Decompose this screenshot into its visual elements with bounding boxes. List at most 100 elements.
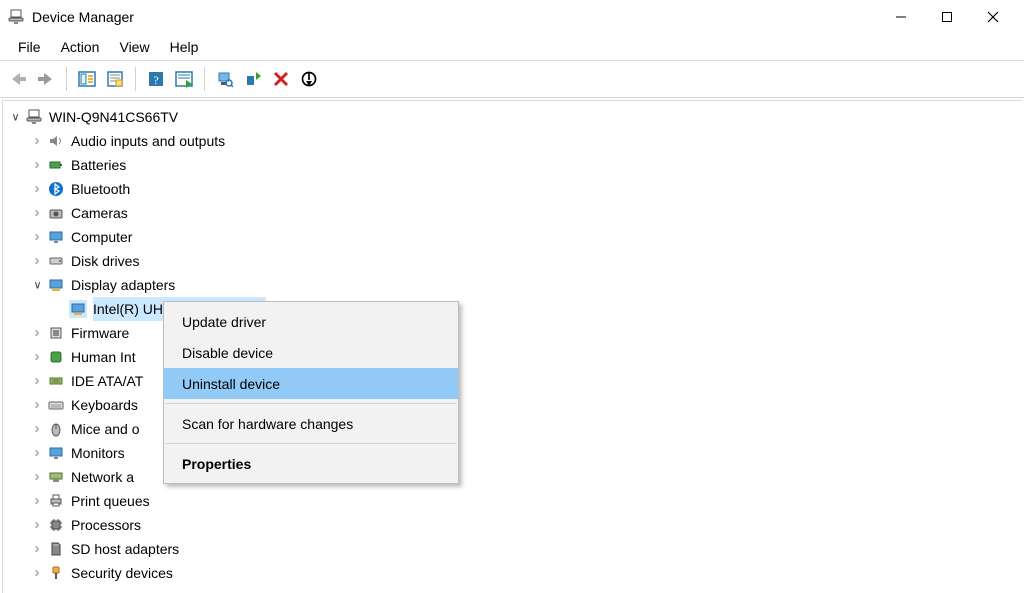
tree-category-display-adapters[interactable]: Display adapters (7, 273, 1022, 297)
back-button[interactable] (6, 67, 30, 91)
ctx-uninstall-device[interactable]: Uninstall device (164, 368, 458, 399)
menu-file[interactable]: File (8, 37, 51, 57)
forward-button[interactable] (34, 67, 58, 91)
scan-hardware-button[interactable] (213, 67, 237, 91)
bluetooth-icon (47, 180, 65, 198)
tree-label: Processors (71, 513, 147, 537)
chevron-right-icon[interactable] (29, 249, 45, 273)
tree-label: Cameras (71, 201, 134, 225)
chevron-right-icon[interactable] (29, 465, 45, 489)
chevron-right-icon[interactable] (29, 153, 45, 177)
ctx-scan-hardware[interactable]: Scan for hardware changes (164, 408, 458, 439)
tree-label: Bluetooth (71, 177, 136, 201)
tree-root[interactable]: WIN-Q9N41CS66TV (7, 105, 1022, 129)
menu-help[interactable]: Help (160, 37, 209, 57)
tree-label: Disk drives (71, 249, 145, 273)
chevron-right-icon[interactable] (29, 513, 45, 537)
chevron-right-icon[interactable] (29, 201, 45, 225)
help-button[interactable]: ? (144, 67, 168, 91)
tree-category-keyboards[interactable]: Keyboards (7, 393, 1022, 417)
tree-category-mice[interactable]: Mice and o (7, 417, 1022, 441)
chevron-right-icon[interactable] (29, 441, 45, 465)
tree-category-monitors[interactable]: Monitors (7, 441, 1022, 465)
menu-action[interactable]: Action (51, 37, 110, 57)
tree-category-firmware[interactable]: Firmware (7, 321, 1022, 345)
sd-card-icon (47, 540, 65, 558)
disk-icon (47, 252, 65, 270)
ctx-update-driver[interactable]: Update driver (164, 306, 458, 337)
toolbar: ? (0, 60, 1024, 98)
tree-category-computer[interactable]: Computer (7, 225, 1022, 249)
firmware-icon (47, 324, 65, 342)
chevron-down-icon[interactable] (7, 105, 23, 129)
tree-label: Firmware (71, 321, 135, 345)
minimize-button[interactable] (878, 2, 924, 32)
tree-category-hid[interactable]: Human Int (7, 345, 1022, 369)
ctx-disable-device[interactable]: Disable device (164, 337, 458, 368)
ide-icon (47, 372, 65, 390)
tree-label: Network a (71, 465, 140, 489)
tree-label: Computer (71, 225, 138, 249)
chevron-right-icon[interactable] (29, 561, 45, 585)
maximize-button[interactable] (924, 2, 970, 32)
tree-category-network[interactable]: Network a (7, 465, 1022, 489)
camera-icon (47, 204, 65, 222)
tree-category-processors[interactable]: Processors (7, 513, 1022, 537)
toolbar-separator (135, 67, 136, 91)
chevron-right-icon[interactable] (29, 321, 45, 345)
tree-category-bluetooth[interactable]: Bluetooth (7, 177, 1022, 201)
tree-category-ide[interactable]: IDE ATA/AT (7, 369, 1022, 393)
chevron-right-icon[interactable] (29, 393, 45, 417)
security-icon (47, 564, 65, 582)
display-adapter-icon (69, 300, 87, 318)
tree-label: Keyboards (71, 393, 144, 417)
svg-text:?: ? (153, 73, 158, 87)
chevron-down-icon[interactable] (29, 273, 45, 297)
menu-view[interactable]: View (109, 37, 159, 57)
tree-label: Print queues (71, 489, 156, 513)
battery-icon (47, 156, 65, 174)
cpu-icon (47, 516, 65, 534)
update-driver-button[interactable] (241, 67, 265, 91)
tree-category-batteries[interactable]: Batteries (7, 153, 1022, 177)
chevron-right-icon[interactable] (29, 369, 45, 393)
chevron-right-icon[interactable] (29, 345, 45, 369)
tree-device-intel-uhd-600[interactable]: Intel(R) UHD Graphics 600 (7, 297, 1022, 321)
tree-label: Display adapters (71, 273, 181, 297)
uninstall-button[interactable] (269, 67, 293, 91)
context-menu: Update driver Disable device Uninstall d… (163, 301, 459, 484)
monitor-icon (47, 228, 65, 246)
display-adapter-icon (47, 276, 65, 294)
chevron-right-icon[interactable] (29, 537, 45, 561)
close-button[interactable] (970, 2, 1016, 32)
chevron-right-icon[interactable] (29, 417, 45, 441)
menu-bar: File Action View Help (0, 34, 1024, 60)
tree-label: Audio inputs and outputs (71, 129, 231, 153)
ctx-properties[interactable]: Properties (164, 448, 458, 479)
tree-category-sd-host[interactable]: SD host adapters (7, 537, 1022, 561)
tree-category-print-queues[interactable]: Print queues (7, 489, 1022, 513)
tree-label: Mice and o (71, 417, 145, 441)
action-list-button[interactable] (172, 67, 196, 91)
tree-category-disk-drives[interactable]: Disk drives (7, 249, 1022, 273)
chevron-right-icon[interactable] (29, 129, 45, 153)
computer-icon (25, 108, 43, 126)
chevron-right-icon[interactable] (29, 489, 45, 513)
chevron-right-icon[interactable] (29, 225, 45, 249)
tree-category-cameras[interactable]: Cameras (7, 201, 1022, 225)
tree-label: SD host adapters (71, 537, 185, 561)
chevron-right-icon[interactable] (29, 177, 45, 201)
app-icon (8, 9, 24, 25)
disable-button[interactable] (297, 67, 321, 91)
ctx-separator (166, 443, 456, 444)
tree-pane: WIN-Q9N41CS66TV Audio inputs and outputs… (2, 100, 1022, 593)
toolbar-separator (66, 67, 67, 91)
window-title: Device Manager (32, 9, 134, 25)
tree-label: Batteries (71, 153, 132, 177)
monitor-icon (47, 444, 65, 462)
tree-category-security[interactable]: Security devices (7, 561, 1022, 585)
device-tree[interactable]: WIN-Q9N41CS66TV Audio inputs and outputs… (3, 101, 1022, 585)
properties-button[interactable] (103, 67, 127, 91)
show-hide-console-button[interactable] (75, 67, 99, 91)
tree-category-audio[interactable]: Audio inputs and outputs (7, 129, 1022, 153)
